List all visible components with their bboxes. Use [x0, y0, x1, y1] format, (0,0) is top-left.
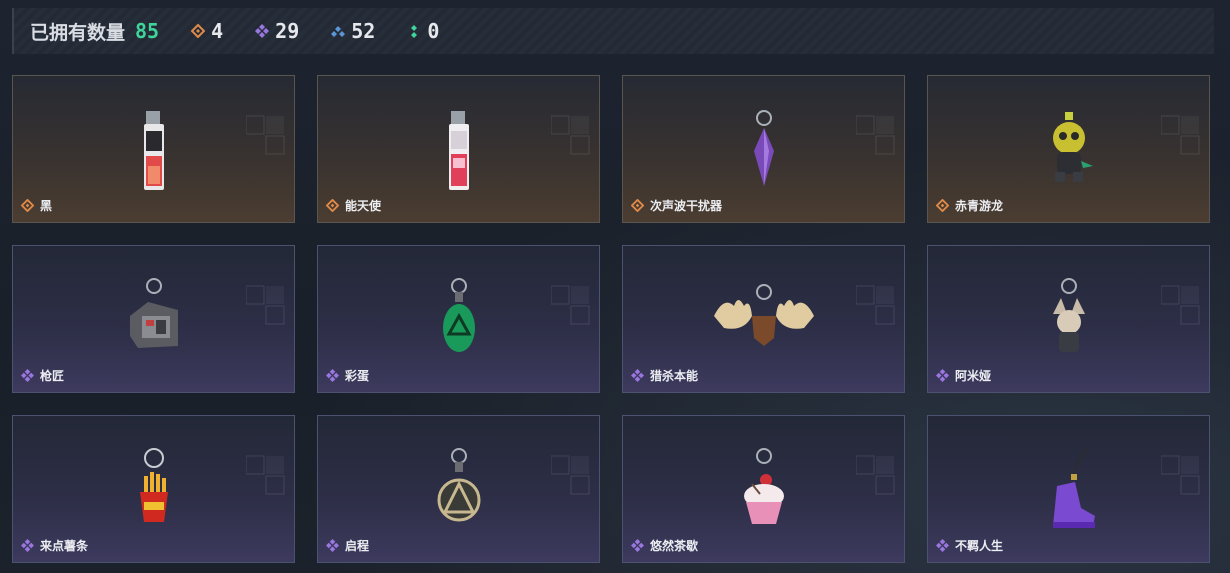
stat-blue-value: 52: [351, 19, 376, 43]
item-name: 不羁人生: [955, 539, 1004, 553]
purple-rarity-icon: [21, 539, 34, 552]
item-name: 次声波干扰器: [650, 199, 723, 213]
item-card[interactable]: 悠然茶歇: [622, 415, 905, 563]
grid-pattern-icon: [1161, 115, 1200, 155]
green-egg-pendant-icon: [442, 278, 475, 352]
cupcake-pendant-icon: [743, 448, 784, 524]
grid-pattern-icon: [246, 455, 285, 495]
item-card[interactable]: 启程: [317, 415, 600, 563]
stat-purple-value: 29: [275, 19, 300, 43]
triangle-medal-pendant-icon: [437, 448, 480, 522]
owned-count: 85: [135, 19, 160, 43]
sneaker-pendant-icon: [1052, 446, 1095, 528]
purple-rarity-icon: [631, 539, 644, 552]
purple-crystal-pendant-icon: [753, 110, 774, 186]
dragon-figure-pendant-icon: [1052, 112, 1093, 182]
item-card[interactable]: 能天使: [317, 75, 600, 223]
item-name: 猎杀本能: [650, 369, 699, 383]
item-card[interactable]: 不羁人生: [927, 415, 1210, 563]
grid-pattern-icon: [1161, 455, 1200, 495]
grid-pattern-icon: [551, 285, 590, 325]
green-diamond-icon: [411, 25, 418, 38]
orange-rarity-icon: [21, 199, 34, 212]
vape-tag-pendant-icon: [448, 111, 469, 190]
grid-pattern-icon: [1161, 285, 1200, 325]
item-name: 启程: [345, 539, 370, 553]
orange-rarity-icon: [631, 199, 644, 212]
item-name: 枪匠: [40, 369, 65, 383]
item-card[interactable]: 来点薯条: [12, 415, 295, 563]
stat-blue: 52: [331, 19, 375, 43]
vape-tag-pendant-icon: [143, 111, 164, 190]
collection-page: 已拥有数量 85 4 29 52 0 黑 能天使 次声波干扰器 赤青游龙 枪匠 …: [0, 0, 1230, 573]
orange-rarity-icon: [326, 199, 339, 212]
item-card[interactable]: 次声波干扰器: [622, 75, 905, 223]
purple-rarity-icon: [631, 369, 644, 382]
grid-pattern-icon: [551, 455, 590, 495]
grid-pattern-icon: [246, 115, 285, 155]
purple-rarity-icon: [326, 539, 339, 552]
grid-pattern-icon: [856, 455, 895, 495]
purple-diamond-icon: [255, 24, 270, 38]
item-card[interactable]: 枪匠: [12, 245, 295, 393]
stat-orange: 4: [191, 19, 223, 43]
item-name: 黑: [40, 199, 53, 213]
item-card[interactable]: 猎杀本能: [622, 245, 905, 393]
grid-pattern-icon: [856, 285, 895, 325]
bunny-figure-pendant-icon: [1052, 278, 1085, 352]
item-name: 悠然茶歇: [650, 539, 699, 553]
purple-rarity-icon: [936, 539, 949, 552]
fries-pendant-icon: [139, 448, 168, 522]
item-name: 能天使: [345, 199, 382, 213]
item-name: 赤青游龙: [955, 199, 1004, 213]
grid-pattern-icon: [246, 285, 285, 325]
orange-rarity-icon: [936, 199, 949, 212]
moose-antler-pendant-icon: [713, 284, 814, 346]
item-card[interactable]: 黑: [12, 75, 295, 223]
ownership-summary-bar: 已拥有数量 85 4 29 52 0: [12, 8, 1214, 54]
grid-pattern-icon: [551, 115, 590, 155]
blue-diamond-icon: [331, 26, 346, 37]
item-name: 阿米娅: [955, 369, 992, 383]
purple-rarity-icon: [21, 369, 34, 382]
stat-green: 0: [407, 19, 439, 43]
item-card[interactable]: 阿米娅: [927, 245, 1210, 393]
item-card[interactable]: 赤青游龙: [927, 75, 1210, 223]
grid-pattern-icon: [856, 115, 895, 155]
stat-purple: 29: [255, 19, 299, 43]
stat-green-value: 0: [427, 19, 440, 43]
gun-case-pendant-icon: [129, 278, 178, 348]
orange-diamond-icon: [191, 24, 206, 38]
item-name: 彩蛋: [345, 369, 370, 383]
purple-rarity-icon: [936, 369, 949, 382]
stat-orange-value: 4: [211, 19, 224, 43]
item-name: 来点薯条: [40, 539, 89, 553]
owned-label: 已拥有数量: [30, 21, 126, 44]
item-card[interactable]: 彩蛋: [317, 245, 600, 393]
purple-rarity-icon: [326, 369, 339, 382]
